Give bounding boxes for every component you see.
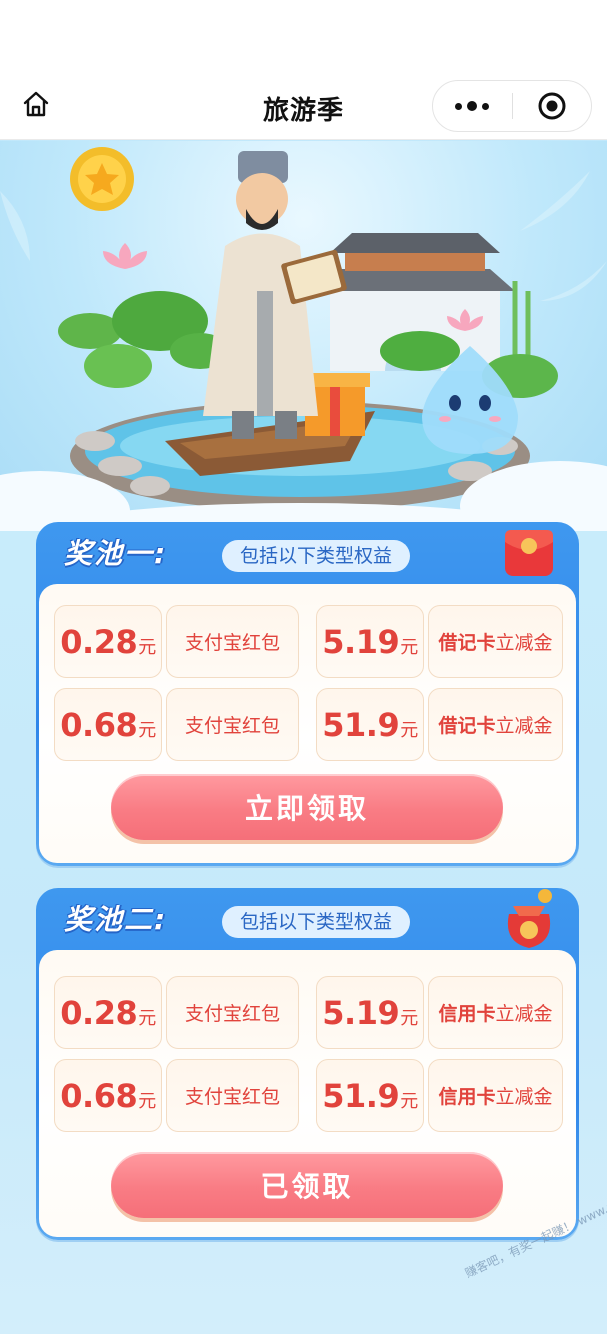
- amount-value: 5.19: [322, 993, 400, 1032]
- amount-unit: 元: [138, 719, 156, 741]
- reward-row: 0.68元 支付宝红包 51.9元 借记卡立减金: [54, 688, 564, 761]
- reward-amount: 0.28元: [54, 976, 162, 1049]
- pool-title: 奖池一:: [64, 537, 168, 570]
- pool-body: 0.28元 支付宝红包 5.19元 借记卡立减金 0.68元 支付宝红包 51.…: [39, 584, 576, 863]
- reward-type-label: 立减金: [495, 715, 553, 737]
- red-envelope-icon: [505, 530, 553, 576]
- reward-type: 支付宝红包: [166, 605, 299, 678]
- amount-value: 0.28: [60, 993, 138, 1032]
- amount-unit: 元: [400, 1007, 418, 1029]
- target-close-icon: [538, 92, 566, 120]
- status-bar: [0, 0, 607, 72]
- pool-header: 奖池二: 包括以下类型权益: [36, 888, 579, 958]
- amount-unit: 元: [400, 1090, 418, 1112]
- pool-subtitle: 包括以下类型权益: [222, 540, 411, 572]
- amount-unit: 元: [400, 636, 418, 658]
- amount-value: 5.19: [322, 622, 400, 661]
- reward-type: 支付宝红包: [166, 976, 299, 1049]
- reward-type-label: 支付宝红包: [184, 715, 280, 737]
- reward-pool-card-1: 奖池一: 包括以下类型权益 0.28元 支付宝红包 5.19元 借记卡立减金 0…: [36, 522, 579, 866]
- more-dots-icon: [455, 101, 490, 111]
- reward-amount: 5.19元: [316, 605, 424, 678]
- card-type-label: 信用卡: [438, 1003, 496, 1025]
- travel-scene-image: [0, 147, 607, 531]
- reward-amount: 51.9元: [316, 1059, 424, 1132]
- reward-type: 支付宝红包: [166, 1059, 299, 1132]
- amount-value: 0.68: [60, 705, 138, 744]
- reward-amount: 0.68元: [54, 1059, 162, 1132]
- hero-illustration: [0, 141, 607, 531]
- claimed-button[interactable]: 已领取: [111, 1152, 503, 1218]
- claim-now-button[interactable]: 立即领取: [111, 774, 503, 840]
- reward-type: 信用卡立减金: [428, 976, 563, 1049]
- amount-unit: 元: [138, 1007, 156, 1029]
- reward-amount: 0.28元: [54, 605, 162, 678]
- amount-value: 51.9: [322, 705, 400, 744]
- amount-unit: 元: [138, 636, 156, 658]
- reward-type: 借记卡立减金: [428, 688, 563, 761]
- reward-type-label: 支付宝红包: [184, 632, 280, 654]
- pool-title: 奖池二:: [64, 903, 168, 936]
- pool-header: 奖池一: 包括以下类型权益: [36, 522, 579, 592]
- mini-program-capsule: [432, 80, 592, 132]
- reward-type-label: 立减金: [495, 632, 553, 654]
- reward-row: 0.28元 支付宝红包 5.19元 借记卡立减金: [54, 605, 564, 678]
- reward-type-label: 支付宝红包: [184, 1086, 280, 1108]
- amount-unit: 元: [138, 1090, 156, 1112]
- amount-unit: 元: [400, 719, 418, 741]
- reward-pool-card-2: 奖池二: 包括以下类型权益 0.28元 支付宝红包 5.19元 信用卡立减金 0…: [36, 888, 579, 1240]
- amount-value: 51.9: [322, 1076, 400, 1115]
- reward-amount: 5.19元: [316, 976, 424, 1049]
- reward-type: 支付宝红包: [166, 688, 299, 761]
- card-type-label: 借记卡: [438, 715, 496, 737]
- reward-row: 0.68元 支付宝红包 51.9元 信用卡立减金: [54, 1059, 564, 1132]
- reward-type-label: 立减金: [495, 1086, 553, 1108]
- reward-type-label: 支付宝红包: [184, 1003, 280, 1025]
- pool-body: 0.28元 支付宝红包 5.19元 信用卡立减金 0.68元 支付宝红包 51.…: [39, 950, 576, 1237]
- card-type-label: 信用卡: [438, 1086, 496, 1108]
- reward-type: 借记卡立减金: [428, 605, 563, 678]
- reward-amount: 51.9元: [316, 688, 424, 761]
- reward-type: 信用卡立减金: [428, 1059, 563, 1132]
- nav-bar: 旅游季: [0, 72, 607, 140]
- close-button[interactable]: [513, 80, 592, 132]
- lucky-bag-icon: [507, 889, 552, 948]
- reward-amount: 0.68元: [54, 688, 162, 761]
- pool-subtitle: 包括以下类型权益: [222, 906, 411, 938]
- more-button[interactable]: [433, 80, 512, 132]
- card-type-label: 借记卡: [438, 632, 496, 654]
- amount-value: 0.68: [60, 1076, 138, 1115]
- reward-row: 0.28元 支付宝红包 5.19元 信用卡立减金: [54, 976, 564, 1049]
- reward-type-label: 立减金: [495, 1003, 553, 1025]
- amount-value: 0.28: [60, 622, 138, 661]
